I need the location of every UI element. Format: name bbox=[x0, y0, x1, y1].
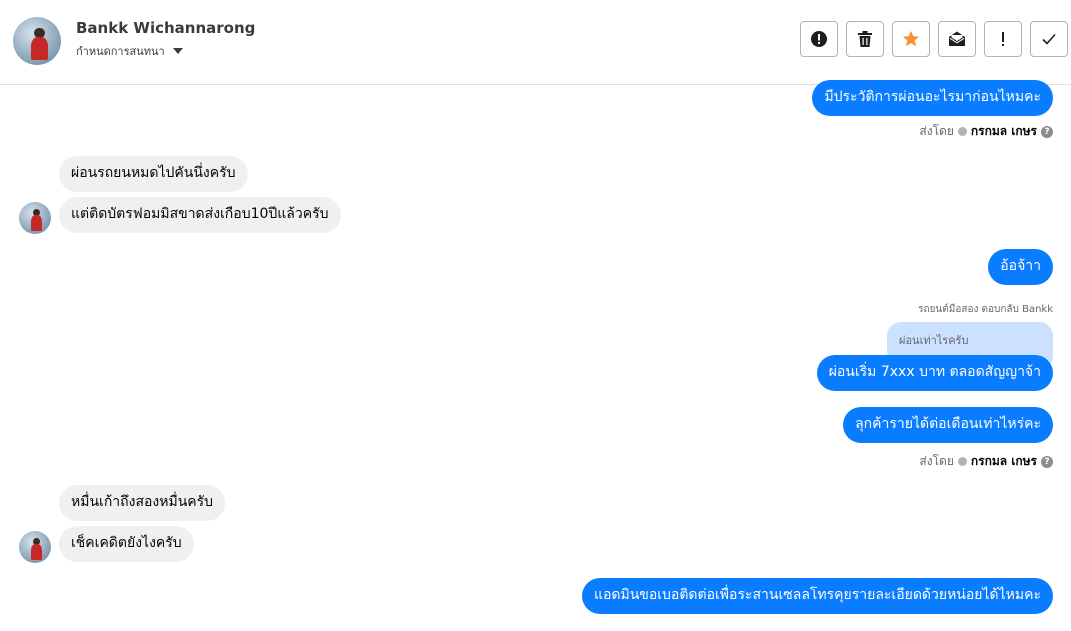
star-button[interactable] bbox=[892, 21, 930, 57]
reply-context: รถยนต์มือสอง ตอบกลับ Bankk bbox=[918, 304, 1053, 315]
outgoing-message[interactable]: มีประวัติการผ่อนอะไรมาก่อนไหมคะ bbox=[812, 80, 1053, 116]
caret-down-icon bbox=[172, 48, 183, 54]
contact-avatar-small[interactable] bbox=[19, 531, 51, 563]
conversation-header: Bankk Wichannarong กำหนดการสนทนา bbox=[0, 0, 1071, 85]
incoming-message[interactable]: เช็คเคดิตยังไงครับ bbox=[59, 526, 194, 562]
outgoing-message[interactable]: อ้อจ้าา bbox=[988, 249, 1053, 285]
alert-button[interactable] bbox=[800, 21, 838, 57]
status-dot-icon bbox=[957, 127, 967, 136]
mail-icon bbox=[949, 31, 965, 46]
conversation-status-dropdown[interactable]: กำหนดการสนทนา bbox=[76, 42, 183, 60]
exclamation-icon bbox=[1002, 32, 1004, 46]
outgoing-message[interactable]: แอดมินขอเบอติดต่อเพื่อระสานเซลลโทรคุยราย… bbox=[581, 578, 1053, 614]
conversation-status-label: กำหนดการสนทนา bbox=[76, 45, 165, 58]
trash-icon bbox=[858, 31, 872, 47]
incoming-message[interactable]: หมื่นเก้าถึงสองหมื่นครับ bbox=[59, 485, 226, 521]
alert-icon bbox=[811, 31, 827, 47]
contact-avatar-small[interactable] bbox=[19, 202, 51, 234]
sender-name: กรกมล เกษร bbox=[970, 124, 1037, 138]
help-icon[interactable]: ? bbox=[1041, 455, 1053, 468]
contact-avatar[interactable] bbox=[13, 17, 61, 65]
check-icon bbox=[1042, 33, 1056, 45]
outgoing-message[interactable]: ลุกค้ารายได้ต่อเดือนเท่าไหร่คะ bbox=[843, 407, 1053, 443]
incoming-message[interactable]: แต่ติดบัตรฟอมมิสขาดส่งเกือบ10ปีแล้วครับ bbox=[59, 197, 341, 233]
delete-button[interactable] bbox=[846, 21, 884, 57]
sent-by-info: ส่งโดย กรกมล เกษร ? bbox=[919, 452, 1053, 471]
star-icon bbox=[902, 30, 920, 47]
mark-unread-button[interactable] bbox=[938, 21, 976, 57]
contact-name[interactable]: Bankk Wichannarong bbox=[76, 19, 255, 37]
sent-by-info: ส่งโดย กรกมล เกษร ? bbox=[919, 122, 1053, 141]
mark-done-button[interactable] bbox=[1030, 21, 1068, 57]
flag-important-button[interactable] bbox=[984, 21, 1022, 57]
status-dot-icon bbox=[957, 457, 967, 466]
message-thread[interactable]: มีประวัติการผ่อนอะไรมาก่อนไหมคะ ส่งโดย ก… bbox=[0, 80, 1071, 631]
help-icon[interactable]: ? bbox=[1041, 125, 1053, 138]
incoming-message[interactable]: ผ่อนรถยนหมดไปคันนึ่งครับ bbox=[59, 156, 248, 192]
action-toolbar bbox=[800, 21, 1068, 57]
outgoing-message[interactable]: ผ่อนเริ่ม 7xxx บาท ตลอดสัญญาจ้า bbox=[816, 355, 1053, 391]
sender-name: กรกมล เกษร bbox=[970, 454, 1037, 468]
